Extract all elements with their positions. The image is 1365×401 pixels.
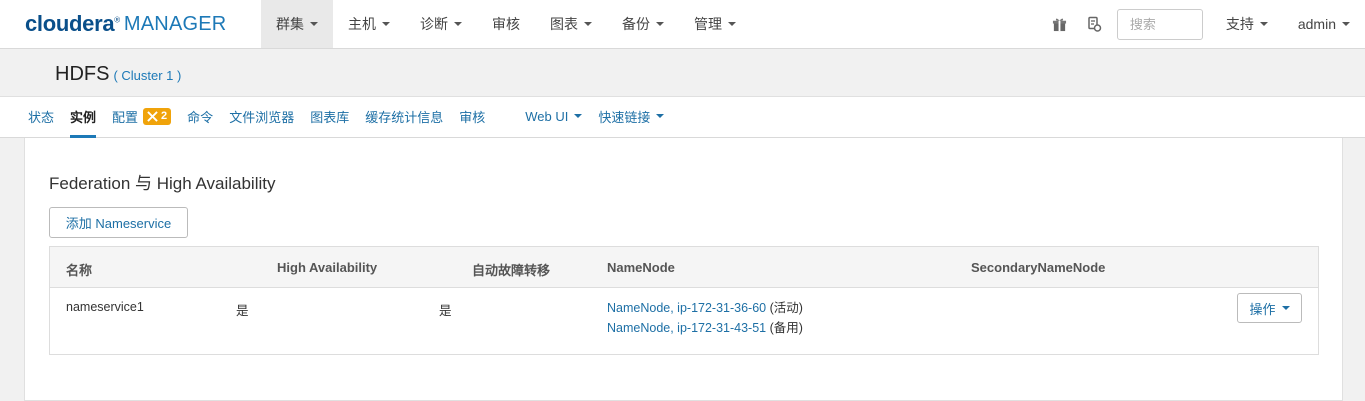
tab-commands[interactable]: 命令	[179, 97, 221, 135]
chevron-down-icon	[574, 114, 583, 118]
service-header: HDFS( Cluster 1 )	[0, 49, 1365, 97]
namenode-entry: NameNode, ip-172-31-43-51 (备用)	[607, 318, 803, 338]
namenode-status: (活动)	[769, 301, 803, 315]
nameservice-table: 名称 High Availability 自动故障转移 NameNode Sec…	[49, 246, 1319, 355]
nav-diagnostics[interactable]: 诊断	[405, 0, 477, 48]
chevron-down-icon	[310, 22, 318, 26]
gift-icon[interactable]	[1043, 0, 1077, 49]
cloudera-manager-logo[interactable]: cloudera® MANAGER	[0, 0, 261, 48]
tab-cache-statistics[interactable]: 缓存统计信息	[357, 97, 451, 135]
chevron-down-icon	[382, 22, 390, 26]
nav-charts[interactable]: 图表	[535, 0, 607, 48]
support-menu[interactable]: 支持	[1211, 0, 1283, 49]
main-content: Federation 与 High Availability 添加 Namese…	[24, 138, 1343, 401]
logo-product: MANAGER	[123, 12, 227, 35]
chevron-down-icon	[656, 114, 665, 118]
config-issues-badge[interactable]: 2	[143, 107, 172, 125]
logo-brand: cloudera®	[25, 11, 120, 36]
tab-configuration-label: 配置	[112, 109, 139, 125]
column-header-high-availability[interactable]: High Availability	[277, 260, 377, 275]
chevron-down-icon	[1259, 22, 1268, 26]
nameservice-name: nameservice1	[66, 300, 144, 314]
chevron-down-icon	[1281, 306, 1290, 310]
cluster-link[interactable]: ( Cluster 1 )	[113, 68, 181, 83]
chevron-down-icon	[454, 22, 462, 26]
top-navbar: cloudera® MANAGER 群集 主机 诊断 审核 图表 备份 管理 支…	[0, 0, 1365, 49]
column-header-namenode[interactable]: NameNode	[607, 260, 675, 275]
main-menu: 群集 主机 诊断 审核 图表 备份 管理	[261, 0, 751, 48]
high-availability-value: 是	[236, 304, 249, 318]
user-menu[interactable]: admin	[1283, 0, 1365, 49]
column-header-name[interactable]: 名称	[66, 260, 92, 279]
column-header-auto-failover[interactable]: 自动故障转移	[472, 260, 550, 279]
service-tabs: 状态 实例 配置 2 命令 文件浏览器 图表库 缓存统计信息 审核 Web UI…	[0, 97, 1365, 138]
tab-web-ui[interactable]: Web UI	[517, 97, 590, 135]
tab-instances[interactable]: 实例	[62, 97, 104, 138]
tab-file-browser[interactable]: 文件浏览器	[221, 97, 302, 135]
add-nameservice-button[interactable]: 添加 Nameservice	[49, 207, 188, 238]
chevron-down-icon	[584, 22, 592, 26]
tab-quick-links[interactable]: 快速链接	[590, 97, 672, 135]
nav-hosts[interactable]: 主机	[333, 0, 405, 48]
namenode-link[interactable]: NameNode, ip-172-31-36-60	[607, 301, 766, 315]
tab-status[interactable]: 状态	[20, 97, 62, 135]
namenode-entry: NameNode, ip-172-31-36-60 (活动)	[607, 298, 803, 318]
running-commands-icon[interactable]	[1077, 0, 1111, 49]
nav-right: 支持 admin	[1043, 0, 1365, 48]
namenode-status: (备用)	[769, 321, 803, 335]
chevron-down-icon	[1342, 22, 1350, 26]
actions-dropdown-button[interactable]: 操作	[1237, 293, 1302, 323]
tools-icon	[147, 110, 158, 122]
auto-failover-value: 是	[439, 304, 452, 318]
search-input[interactable]	[1116, 8, 1203, 40]
namenode-link[interactable]: NameNode, ip-172-31-43-51	[607, 321, 766, 335]
page-title: HDFS( Cluster 1 )	[55, 63, 181, 86]
tab-configuration[interactable]: 配置 2	[104, 97, 179, 135]
nav-audits[interactable]: 审核	[477, 0, 535, 48]
table-header: 名称 High Availability 自动故障转移 NameNode Sec…	[50, 247, 1318, 288]
namenode-list: NameNode, ip-172-31-36-60 (活动) NameNode,…	[607, 298, 803, 338]
column-header-secondary-namenode[interactable]: SecondaryNameNode	[971, 260, 1105, 275]
tab-audits[interactable]: 审核	[451, 97, 493, 135]
chevron-down-icon	[728, 22, 736, 26]
nav-clusters[interactable]: 群集	[261, 0, 333, 48]
tab-chart-library[interactable]: 图表库	[302, 97, 357, 135]
service-name: HDFS	[55, 63, 110, 85]
section-title: Federation 与 High Availability	[49, 174, 276, 193]
table-row: nameservice1 是 是 NameNode, ip-172-31-36-…	[50, 288, 1318, 354]
nav-backup[interactable]: 备份	[607, 0, 679, 48]
chevron-down-icon	[656, 22, 664, 26]
nav-administration[interactable]: 管理	[679, 0, 751, 48]
